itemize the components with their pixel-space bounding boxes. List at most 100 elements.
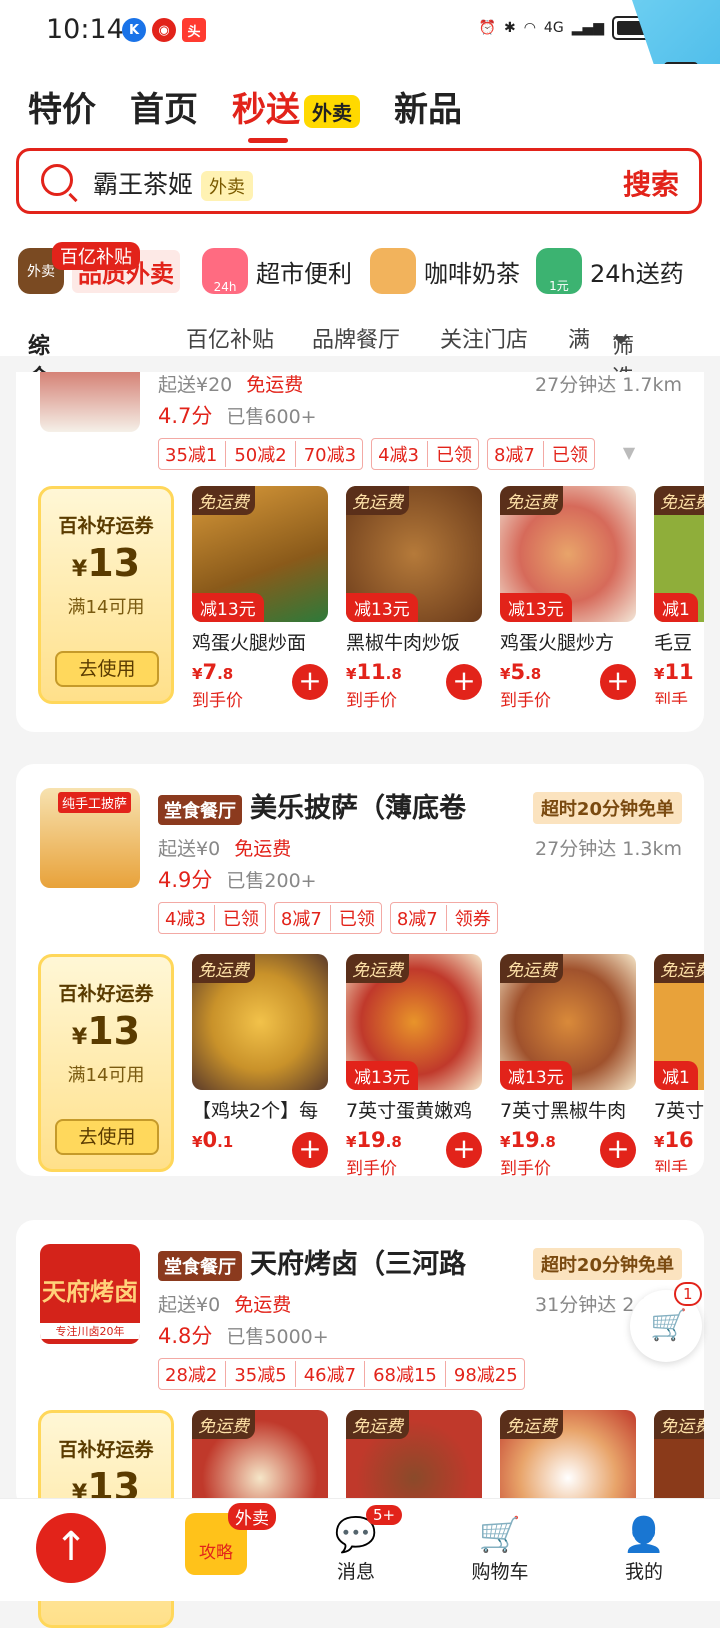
- use-coupon-button[interactable]: 去使用: [55, 651, 159, 687]
- coupon-card[interactable]: 百补好运券 ¥13 满14可用 去使用: [38, 486, 174, 704]
- floating-cart-button[interactable]: 🛒 1: [630, 1282, 702, 1362]
- add-to-cart-button[interactable]: +: [292, 664, 328, 700]
- dish-image: 免运费减1: [654, 954, 704, 1090]
- store-card[interactable]: 纯手工披萨 堂食餐厅 美乐披萨（薄底卷 超时20分钟免单 起送¥0 免运费 27分钟…: [16, 764, 704, 1179]
- search-input[interactable]: 霸王茶姬 外卖: [93, 165, 254, 201]
- filter-threshold[interactable]: 满: [568, 322, 590, 354]
- search-bar[interactable]: 霸王茶姬 外卖 搜索: [16, 148, 702, 214]
- promo-text: 28减2: [165, 1365, 218, 1386]
- promo-text: 46减7: [294, 1361, 356, 1387]
- dish-name: 鸡蛋火腿炒面: [192, 632, 307, 654]
- promo-tag[interactable]: 8减7 领券: [389, 902, 498, 934]
- nav-profile[interactable]: 👤 我的: [584, 1513, 704, 1584]
- coupon-amount: ¥13: [41, 1009, 171, 1053]
- free-shipping: 免运费: [234, 838, 292, 860]
- use-coupon-button[interactable]: 去使用: [55, 1119, 159, 1155]
- filter-followed[interactable]: 关注门店: [440, 322, 528, 354]
- cart-count-badge: 1: [674, 1282, 702, 1306]
- status-bar: 10:14 K ◉ 头 ⏰ ✱ ◠ 4G ▂▄▆: [0, 0, 720, 64]
- coffee-cup-icon: [370, 248, 416, 294]
- store-delivery-info: 起送¥20 免运费: [158, 372, 303, 397]
- header: 特价 首页 秒送 外卖 新品 霸王茶姬 外卖 搜索 外卖 品质外卖 百亿补贴 24h…: [0, 64, 720, 455]
- promo-text: 8减7: [280, 909, 322, 930]
- price-dec: .8: [525, 665, 542, 683]
- dish-card[interactable]: 免运费 减13元 7英寸黑椒牛肉 ¥19.8 到手价 +: [500, 954, 636, 1179]
- rating: 4.9分: [158, 868, 213, 892]
- search-button[interactable]: 搜索: [623, 163, 679, 203]
- tab-special[interactable]: 特价: [28, 82, 96, 131]
- add-to-cart-button[interactable]: +: [292, 1132, 328, 1168]
- free-shipping: 免运费: [234, 1294, 292, 1316]
- price-dec: .8: [385, 1133, 402, 1151]
- dish-name: 【鸡块2个】每: [192, 1100, 319, 1122]
- price-label: 到手价: [500, 691, 551, 711]
- tab-label: 秒送: [232, 90, 300, 130]
- dish-card[interactable]: 免运费 减13元 鸡蛋火腿炒面 ¥7.8 到手价 +: [192, 486, 328, 711]
- coupon-amount: ¥13: [41, 541, 171, 585]
- dish-price: ¥19.8: [346, 1128, 402, 1152]
- store-eta: 27分钟达 1.7km: [535, 372, 682, 397]
- add-to-cart-button[interactable]: +: [446, 1132, 482, 1168]
- tab-new[interactable]: 新品: [394, 82, 462, 131]
- store-card[interactable]: 天府烤卤 专注川卤20年 堂食餐厅 天府烤卤（三河路 超时20分钟免单 起送¥0 免…: [16, 1220, 704, 1628]
- min-order: 起送¥0: [158, 838, 221, 860]
- dish-card[interactable]: 免运费 减13元 鸡蛋火腿炒方 ¥5.8 到手价 +: [500, 486, 636, 711]
- coupon-title: 百补好运券: [58, 983, 154, 1005]
- filter-subsidy[interactable]: 百亿补贴: [186, 322, 274, 354]
- free-shipping-badge: 免运费: [654, 954, 704, 983]
- dish-card[interactable]: 免运费 减13元 7英寸蛋黄嫩鸡 ¥19.8 到手价 +: [346, 954, 482, 1179]
- sold-count: 已售600+: [226, 406, 317, 428]
- add-to-cart-button[interactable]: +: [446, 664, 482, 700]
- category-coffee-tea[interactable]: 咖啡奶茶: [370, 248, 520, 294]
- cart-icon: 🛒: [650, 1308, 688, 1343]
- expand-promos-icon[interactable]: ▼: [623, 438, 635, 470]
- subsidy-badge: 百亿补贴: [52, 242, 140, 270]
- store-card[interactable]: 起送¥20 免运费 27分钟达 1.7km 4.7分 已售600+ 35减1 50减2…: [16, 372, 704, 732]
- promo-tag: 35减1 50减2 70减3: [158, 438, 364, 470]
- category-quality-takeout[interactable]: 外卖 品质外卖 百亿补贴: [18, 242, 180, 294]
- add-to-cart-button[interactable]: +: [600, 664, 636, 700]
- scroll-top-button[interactable]: ↑: [36, 1513, 106, 1583]
- price-int: 11: [356, 660, 386, 684]
- free-shipping-badge: 免运费: [654, 1410, 704, 1439]
- promo-text: 35减1: [165, 445, 218, 466]
- promo-tags: 35减1 50减2 70减3 4减3 已领 8减7 已领 ▼: [158, 438, 635, 470]
- discount-badge: 减13元: [500, 1061, 572, 1090]
- promo-tags: 28减2 35减5 46减7 68减15 98减25: [158, 1358, 525, 1390]
- discount-badge: 减13元: [192, 593, 264, 622]
- dish-card[interactable]: 免运费 【鸡块2个】每 ¥0.1 +: [192, 954, 328, 1172]
- discount-badge: 减13元: [346, 593, 418, 622]
- add-to-cart-button[interactable]: +: [600, 1132, 636, 1168]
- promo-claimed: 已领: [426, 441, 472, 467]
- free-shipping-badge: 免运费: [192, 954, 255, 983]
- dish-price: ¥16: [654, 1128, 694, 1152]
- category-24h-medicine[interactable]: 1元 24h送药: [536, 248, 684, 294]
- dish-name: 毛豆: [654, 632, 693, 654]
- price-int: 16: [664, 1128, 694, 1152]
- rating: 4.7分: [158, 404, 213, 428]
- signal-icon: 4G: [543, 20, 564, 36]
- discount-badge: 减1: [654, 593, 698, 622]
- promo-tag: 8减7 已领: [273, 902, 382, 934]
- app-k-icon: K: [122, 18, 146, 42]
- promo-text: 70减3: [294, 441, 356, 467]
- nav-cart[interactable]: 🛒 购物车: [440, 1513, 560, 1584]
- dish-image: 免运费: [192, 954, 328, 1090]
- store-name: 美乐披萨（薄底卷: [250, 793, 466, 824]
- tab-home[interactable]: 首页: [130, 82, 198, 131]
- promo-tag: 28减2 35减5 46减7 68减15 98减25: [158, 1358, 525, 1390]
- arrow-up-icon: ↑: [54, 1524, 88, 1570]
- coupon-card[interactable]: 百补好运券 ¥13 满14可用 去使用: [38, 954, 174, 1172]
- rating: 4.8分: [158, 1324, 213, 1348]
- dish-card[interactable]: 免运费 减13元 黑椒牛肉炒饭 ¥11.8 到手价 +: [346, 486, 482, 711]
- tab-instant-delivery[interactable]: 秒送 外卖: [232, 82, 360, 143]
- promo-text: 8减7: [493, 445, 535, 466]
- nav-messages[interactable]: 💬 消息 5+: [296, 1505, 416, 1584]
- filter-brand[interactable]: 品牌餐厅: [312, 322, 400, 354]
- search-query: 霸王茶姬: [93, 170, 194, 199]
- dish-card[interactable]: 免运费减1 7英寸 ¥16 到手价: [654, 954, 704, 1172]
- dish-card[interactable]: 免运费减1 毛豆 ¥11 到手价: [654, 486, 704, 704]
- price-label: 到手价: [654, 691, 688, 704]
- nav-guide[interactable]: 攻略 外卖: [156, 1503, 276, 1575]
- category-supermarket[interactable]: 24h 超市便利: [202, 248, 352, 294]
